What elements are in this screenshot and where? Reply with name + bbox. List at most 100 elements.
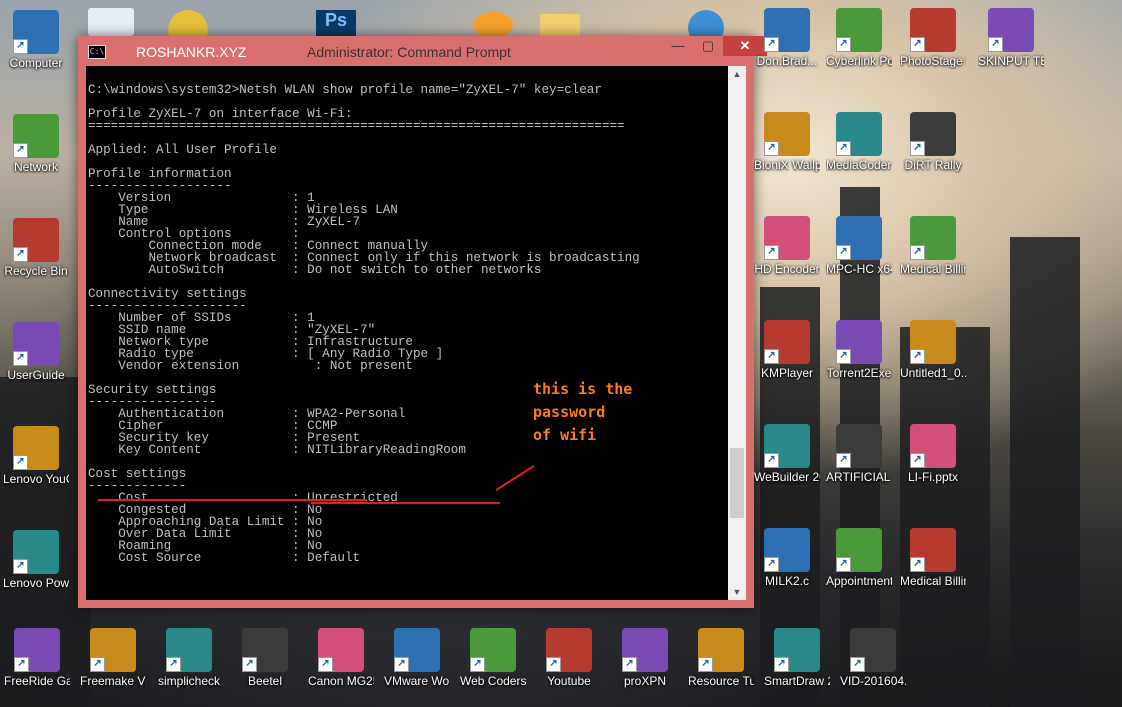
document-icon: ↗: [988, 8, 1034, 52]
window-tab-label: ROSHANKR.XYZ: [136, 44, 247, 60]
desktop-icon-torrent2exe[interactable]: ↗ Torrent2Exe: [826, 320, 892, 381]
desktop-icon-label: Youtube: [547, 674, 591, 688]
photostage-icon: ↗: [910, 8, 956, 52]
desktop-icon-photostage-slidesho[interactable]: ↗ PhotoStage Slidesho...: [900, 8, 966, 69]
top-icon-strip: Ps: [88, 8, 748, 50]
desktop-icon-lenovo-youcam[interactable]: ↗ Lenovo YouCam: [3, 426, 69, 487]
shortcut-arrow-icon: ↗: [988, 37, 1003, 52]
desktop-icon-vmware-workstation[interactable]: ↗ VMware Workstation: [384, 628, 450, 689]
shortcut-arrow-icon: ↗: [910, 245, 925, 260]
desktop-icon-label: PhotoStage Slidesho...: [900, 54, 966, 68]
minimize-button[interactable]: —: [663, 36, 693, 56]
desktop-icon-web-coders[interactable]: ↗ Web Coders: [460, 628, 526, 689]
desktop-icon-label: BioniX Wallpaper: [754, 158, 820, 172]
video-icon: ↗: [850, 628, 896, 672]
desktop-icon-smartdraw-2010[interactable]: ↗ SmartDraw 2010: [764, 628, 830, 689]
shortcut-arrow-icon: ↗: [13, 39, 28, 54]
desktop-icon-computer[interactable]: ↗ Computer: [3, 10, 69, 71]
desktop-icon-mpc-hc-x64[interactable]: ↗ MPC-HC x64: [826, 216, 892, 277]
desktop-icon-beetel[interactable]: ↗ Beetel: [232, 628, 298, 689]
shortcut-arrow-icon: ↗: [13, 247, 28, 262]
desktop-icon-milk2-c[interactable]: ↗ MILK2.c: [754, 528, 820, 589]
password-annotation: this is the password of wifi: [533, 378, 632, 447]
shortcut-arrow-icon: ↗: [836, 349, 851, 364]
desktop-icon-appointment-reciept-pdf[interactable]: ↗ Appointment Reciept.pdf: [826, 528, 892, 589]
desktop-icon-label: MPC-HC x64: [826, 262, 892, 276]
desktop-icon-recycle-bin[interactable]: ↗ Recycle Bin: [3, 218, 69, 279]
desktop-icon-don-brad[interactable]: ↗ Don.Brad...: [754, 8, 820, 69]
desktop-icon-medical-billing[interactable]: ↗ Medical Billing: [900, 216, 966, 277]
network-icon: ↗: [13, 114, 59, 158]
shortcut-arrow-icon: ↗: [910, 557, 925, 572]
smartdraw-icon: ↗: [774, 628, 820, 672]
title-bar[interactable]: C:\ ROSHANKR.XYZ Administrator: Command …: [78, 36, 767, 66]
desktop-icon-dirt-rally[interactable]: ↗ DiRT Rally: [900, 112, 966, 173]
shortcut-arrow-icon: ↗: [836, 557, 851, 572]
desktop-icon-label: HD Encoder: [754, 262, 820, 276]
desktop-icon-userguide[interactable]: ↗ UserGuide: [3, 322, 69, 383]
c-file-icon: ↗: [764, 528, 810, 572]
desktop-icon-li-fi-pptx[interactable]: ↗ LI-Fi.pptx: [900, 424, 966, 485]
vertical-scrollbar[interactable]: ▲ ▼: [728, 66, 746, 600]
shortcut-arrow-icon: ↗: [910, 141, 925, 156]
photoshop-icon-partial: Ps: [316, 10, 356, 38]
bionix-icon: ↗: [764, 112, 810, 156]
desktop-icon-mediacoder-x64[interactable]: ↗ MediaCoder x64: [826, 112, 892, 173]
desktop-icon-bionix-wallpaper[interactable]: ↗ BioniX Wallpaper: [754, 112, 820, 173]
console-output[interactable]: C:\windows\system32>Netsh WLAN show prof…: [86, 66, 728, 600]
desktop-icon-freemake-video-c[interactable]: ↗ Freemake Video C...: [80, 628, 146, 689]
desktop-icon-hd-encoder[interactable]: ↗ HD Encoder: [754, 216, 820, 277]
desktop-icon-label: Canon MG2500...: [308, 674, 374, 688]
desktop-icon-simplicheck[interactable]: ↗ simplicheck: [156, 628, 222, 689]
shortcut-arrow-icon: ↗: [774, 657, 789, 672]
disc-icon: ↗: [836, 8, 882, 52]
shortcut-arrow-icon: ↗: [14, 657, 29, 672]
desktop-icon-cyberlink-power2go[interactable]: ↗ Cyberlink Power2Go: [826, 8, 892, 69]
scroll-thumb[interactable]: [730, 448, 744, 518]
desktop-icon-artificial-intellige[interactable]: ↗ ARTIFICIAL INTELLIGE...: [826, 424, 892, 485]
desktop-icon-label: Network: [13, 160, 58, 174]
medical-icon: ↗: [910, 216, 956, 260]
shortcut-arrow-icon: ↗: [836, 453, 851, 468]
desktop-icon-label: Computer: [9, 56, 63, 70]
shortcut-arrow-icon: ↗: [546, 657, 561, 672]
winamp-icon-partial: [473, 12, 513, 38]
desktop-icon-webuilder-2014[interactable]: ↗ WeBuilder 2014: [754, 424, 820, 485]
scroll-down-arrow[interactable]: ▼: [728, 584, 746, 600]
desktop-icon-lenovo-powerdvd10[interactable]: ↗ Lenovo PowerDVD10: [3, 530, 69, 591]
console-text: C:\windows\system32>Netsh WLAN show prof…: [88, 83, 640, 565]
shortcut-arrow-icon: ↗: [13, 143, 28, 158]
desktop-icon-label: SmartDraw 2010: [764, 674, 830, 688]
desktop-icon-label: KMPlayer: [760, 366, 813, 380]
maximize-button[interactable]: ▢: [693, 36, 723, 56]
desktop-icon-label: Don.Brad...: [756, 54, 818, 68]
desktop-icon-resource-tuner[interactable]: ↗ Resource Tuner: [688, 628, 754, 689]
desktop-icon-label: Web Coders: [460, 674, 526, 688]
desktop-icon-label: SKINPUT TECHNOL...: [978, 54, 1044, 68]
desktop-icon-label: Beetel: [247, 674, 283, 688]
shortcut-arrow-icon: ↗: [13, 455, 28, 470]
desktop-icon-label: FreeRide Games: [4, 674, 70, 688]
folder-icon-partial: [540, 14, 580, 38]
shortcut-arrow-icon: ↗: [910, 453, 925, 468]
command-prompt-window[interactable]: C:\ ROSHANKR.XYZ Administrator: Command …: [78, 36, 767, 608]
vmware-icon: ↗: [394, 628, 440, 672]
cricket-icon: ↗: [764, 8, 810, 52]
desktop-icon-skinput-technol[interactable]: ↗ SKINPUT TECHNOL...: [978, 8, 1044, 69]
folder-icon: ↗: [470, 628, 516, 672]
desktop-icon-label: Torrent2Exe: [826, 366, 892, 380]
desktop-icon-label: DiRT Rally: [904, 158, 962, 172]
desktop-icon-proxpn[interactable]: ↗ proXPN: [612, 628, 678, 689]
desktop-icon-medical-billing-pptx[interactable]: ↗ Medical Billing.pptx: [900, 528, 966, 589]
desktop-icon-youtube[interactable]: ↗ Youtube: [536, 628, 602, 689]
desktop-icon-label: simplicheck: [157, 674, 220, 688]
shortcut-arrow-icon: ↗: [910, 37, 925, 52]
desktop-icon-vid-201604[interactable]: ↗ VID-201604...: [840, 628, 906, 689]
desktop-icon-freeride-games[interactable]: ↗ FreeRide Games: [4, 628, 70, 689]
desktop-icon-network[interactable]: ↗ Network: [3, 114, 69, 175]
desktop-icon-canon-mg2500[interactable]: ↗ Canon MG2500...: [308, 628, 374, 689]
shortcut-arrow-icon: ↗: [13, 559, 28, 574]
desktop-icon-kmplayer[interactable]: ↗ KMPlayer: [754, 320, 820, 381]
desktop-icon-untitled1-0[interactable]: ↗ Untitled1_0...: [900, 320, 966, 381]
scroll-up-arrow[interactable]: ▲: [728, 66, 746, 82]
